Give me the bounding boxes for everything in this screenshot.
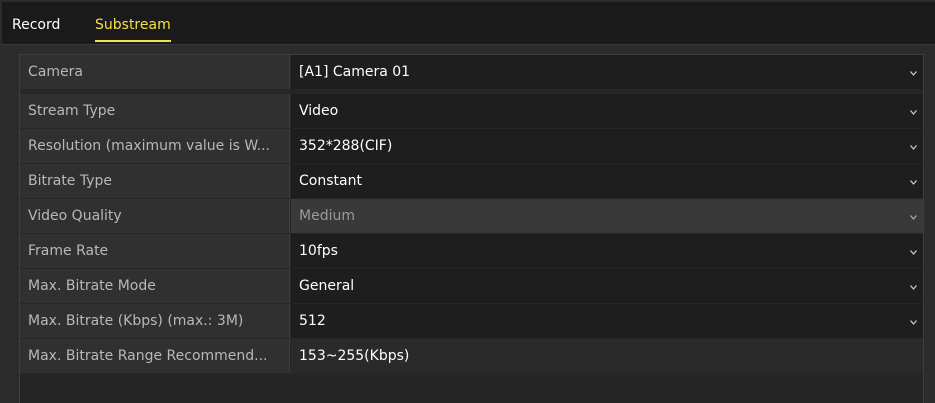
chevron-down-icon	[910, 285, 917, 290]
frame-rate-row: Frame Rate 10fps	[20, 234, 923, 268]
max-bitrate-label: Max. Bitrate (Kbps) (max.: 3M)	[20, 304, 290, 338]
max-bitrate-mode-value: General	[299, 278, 355, 294]
chevron-down-icon	[910, 71, 917, 76]
max-bitrate-range-label: Max. Bitrate Range Recommend...	[20, 339, 290, 373]
frame-rate-select[interactable]: 10fps	[291, 234, 923, 268]
resolution-select[interactable]: 352*288(CIF)	[291, 129, 923, 163]
chevron-down-icon	[910, 320, 917, 325]
max-bitrate-mode-label: Max. Bitrate Mode	[20, 269, 290, 303]
camera-label: Camera	[20, 55, 290, 89]
stream-type-label: Stream Type	[20, 94, 290, 128]
frame-rate-value: 10fps	[299, 243, 338, 259]
max-bitrate-select[interactable]: 512	[291, 304, 923, 338]
chevron-down-icon	[910, 180, 917, 185]
tab-substream-label: Substream	[95, 17, 171, 33]
camera-row: Camera [A1] Camera 01	[20, 55, 923, 89]
resolution-label: Resolution (maximum value is W...	[20, 129, 290, 163]
resolution-value: 352*288(CIF)	[299, 138, 393, 154]
video-quality-select[interactable]: Medium	[291, 199, 923, 233]
chevron-down-icon	[910, 215, 917, 220]
camera-select[interactable]: [A1] Camera 01	[291, 55, 923, 89]
chevron-down-icon	[910, 250, 917, 255]
chevron-down-icon	[910, 145, 917, 150]
resolution-row: Resolution (maximum value is W... 352*28…	[20, 129, 923, 163]
frame-rate-label: Frame Rate	[20, 234, 290, 268]
stream-type-select[interactable]: Video	[291, 94, 923, 128]
bitrate-type-value: Constant	[299, 173, 362, 189]
group-divider	[20, 89, 923, 92]
tab-substream[interactable]: Substream	[95, 16, 171, 42]
video-quality-row: Video Quality Medium	[20, 199, 923, 233]
max-bitrate-range-row: Max. Bitrate Range Recommend... 153~255(…	[20, 339, 923, 373]
max-bitrate-row: Max. Bitrate (Kbps) (max.: 3M) 512	[20, 304, 923, 338]
video-quality-label: Video Quality	[20, 199, 290, 233]
stream-type-row: Stream Type Video	[20, 94, 923, 128]
tab-record[interactable]: Record	[12, 16, 60, 34]
max-bitrate-mode-row: Max. Bitrate Mode General	[20, 269, 923, 303]
tab-bar: Record Substream	[2, 2, 935, 45]
max-bitrate-mode-select[interactable]: General	[291, 269, 923, 303]
max-bitrate-value: 512	[299, 313, 326, 329]
settings-panel: Camera [A1] Camera 01 Stream Type Video …	[19, 54, 924, 403]
chevron-down-icon	[910, 110, 917, 115]
bitrate-type-select[interactable]: Constant	[291, 164, 923, 198]
bitrate-type-row: Bitrate Type Constant	[20, 164, 923, 198]
max-bitrate-range-value: 153~255(Kbps)	[291, 339, 923, 373]
stream-type-value: Video	[299, 103, 339, 119]
video-quality-value: Medium	[299, 208, 355, 224]
substream-settings-window: Record Substream Camera [A1] Camera 01 S…	[0, 0, 935, 403]
camera-value: [A1] Camera 01	[299, 64, 411, 80]
active-tab-underline	[95, 40, 171, 42]
bitrate-type-label: Bitrate Type	[20, 164, 290, 198]
